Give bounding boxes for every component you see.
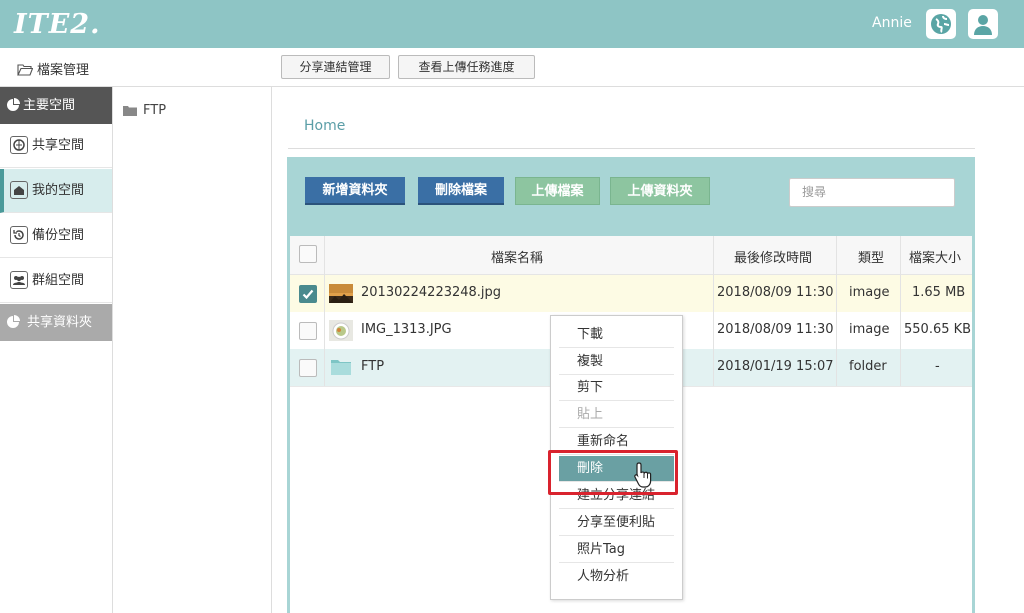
globe-icon <box>10 136 28 154</box>
column-divider <box>324 236 325 386</box>
table-row[interactable]: 20130224223248.jpg 2018/08/09 11:30 imag… <box>290 275 972 313</box>
sidebar-main-space-label: 主要空間 <box>23 98 76 113</box>
breadcrumb-home[interactable]: Home <box>304 118 345 134</box>
top-bar: ITE2. Annie <box>0 0 1024 48</box>
home-icon <box>10 181 28 199</box>
folder-open-icon <box>17 64 34 76</box>
backup-icon <box>10 226 28 244</box>
file-modified: 2018/08/09 11:30 <box>717 285 834 300</box>
menu-item-share-to-sticky[interactable]: 分享至便利貼 <box>559 510 674 536</box>
upload-progress-button[interactable]: 查看上傳任務進度 <box>398 55 535 79</box>
file-manager-title: 檔案管理 <box>17 59 89 78</box>
sidebar-item-backup-space[interactable]: 備份空間 <box>0 214 112 258</box>
upload-file-button[interactable]: 上傳檔案 <box>515 177 600 205</box>
sidebar-item-label: 我的空間 <box>32 183 85 198</box>
file-size: 550.65 KB <box>904 322 972 337</box>
tree-item-label: FTP <box>143 103 167 118</box>
image-thumbnail-icon <box>329 320 353 341</box>
globe-icon[interactable] <box>926 9 956 39</box>
column-divider <box>900 236 901 386</box>
sidebar-item-label: 群組空間 <box>32 273 85 288</box>
column-header-size[interactable]: 檔案大小 <box>909 247 961 266</box>
folder-tree: FTP <box>113 87 272 613</box>
sidebar-item-my-space[interactable]: 我的空間 <box>0 169 112 213</box>
check-icon <box>302 289 314 300</box>
file-type: image <box>849 322 890 337</box>
username[interactable]: Annie <box>872 15 912 31</box>
tree-item-ftp[interactable]: FTP <box>123 103 166 118</box>
sidebar-item-shared-space[interactable]: 共享空間 <box>0 124 112 168</box>
menu-item-photo-tag[interactable]: 照片Tag <box>559 537 674 563</box>
file-name[interactable]: 20130224223248.jpg <box>361 285 501 300</box>
file-modified: 2018/08/09 11:30 <box>717 322 834 337</box>
file-modified: 2018/01/19 15:07 <box>717 359 834 374</box>
user-icon[interactable] <box>968 9 998 39</box>
select-all-checkbox[interactable] <box>299 245 317 263</box>
sidebar-item-label: 備份空間 <box>32 228 85 243</box>
share-link-management-button[interactable]: 分享連結管理 <box>281 55 390 79</box>
table-header: 檔案名稱 最後修改時間 類型 檔案大小 <box>290 236 972 275</box>
sidebar-shared-folder[interactable]: 共享資料夾 <box>0 304 112 341</box>
column-header-name[interactable]: 檔案名稱 <box>491 247 543 266</box>
file-name[interactable]: IMG_1313.JPG <box>361 322 452 337</box>
sidebar-main-space[interactable]: 主要空間 <box>0 87 112 124</box>
hand-cursor-icon <box>634 462 652 488</box>
sidebar-item-label: 共享空間 <box>32 138 85 153</box>
column-header-modified[interactable]: 最後修改時間 <box>734 247 812 266</box>
menu-item-download[interactable]: 下載 <box>559 322 674 348</box>
image-thumbnail-icon <box>329 284 353 303</box>
new-folder-button[interactable]: 新增資料夾 <box>305 177 405 205</box>
group-icon <box>10 271 28 289</box>
menu-item-copy[interactable]: 複製 <box>559 349 674 375</box>
sub-toolbar: 檔案管理 分享連結管理 查看上傳任務進度 <box>0 48 1024 87</box>
logo: ITE2. <box>14 9 101 40</box>
column-header-type[interactable]: 類型 <box>858 247 884 266</box>
search-input[interactable]: 搜尋 <box>789 178 955 207</box>
folder-icon <box>123 106 137 116</box>
file-name[interactable]: FTP <box>361 359 384 374</box>
row-checkbox[interactable] <box>299 322 317 340</box>
menu-item-face-analysis[interactable]: 人物分析 <box>559 564 674 590</box>
pie-chart-icon <box>7 98 20 111</box>
sidebar: 主要空間 共享空間 我的空間 備份空間 群組空間 共享資料夾 <box>0 87 113 613</box>
sidebar-shared-folder-label: 共享資料夾 <box>27 315 93 330</box>
row-checkbox[interactable] <box>299 359 317 377</box>
file-type: folder <box>849 359 887 374</box>
pie-chart-icon <box>7 315 20 328</box>
file-manager-label: 檔案管理 <box>37 63 90 78</box>
highlight-box <box>548 450 678 495</box>
delete-files-button[interactable]: 刪除檔案 <box>418 177 504 205</box>
menu-item-paste: 貼上 <box>559 402 674 428</box>
sidebar-item-group-space[interactable]: 群組空間 <box>0 259 112 303</box>
file-size: - <box>935 359 940 374</box>
menu-item-cut[interactable]: 剪下 <box>559 375 674 401</box>
file-type: image <box>849 285 890 300</box>
column-divider <box>836 236 837 386</box>
upload-folder-button[interactable]: 上傳資料夾 <box>610 177 710 205</box>
file-size: 1.65 MB <box>912 285 966 300</box>
folder-icon <box>331 360 351 375</box>
row-checkbox[interactable] <box>299 285 317 303</box>
breadcrumb-divider <box>288 148 975 149</box>
column-divider <box>713 236 714 386</box>
